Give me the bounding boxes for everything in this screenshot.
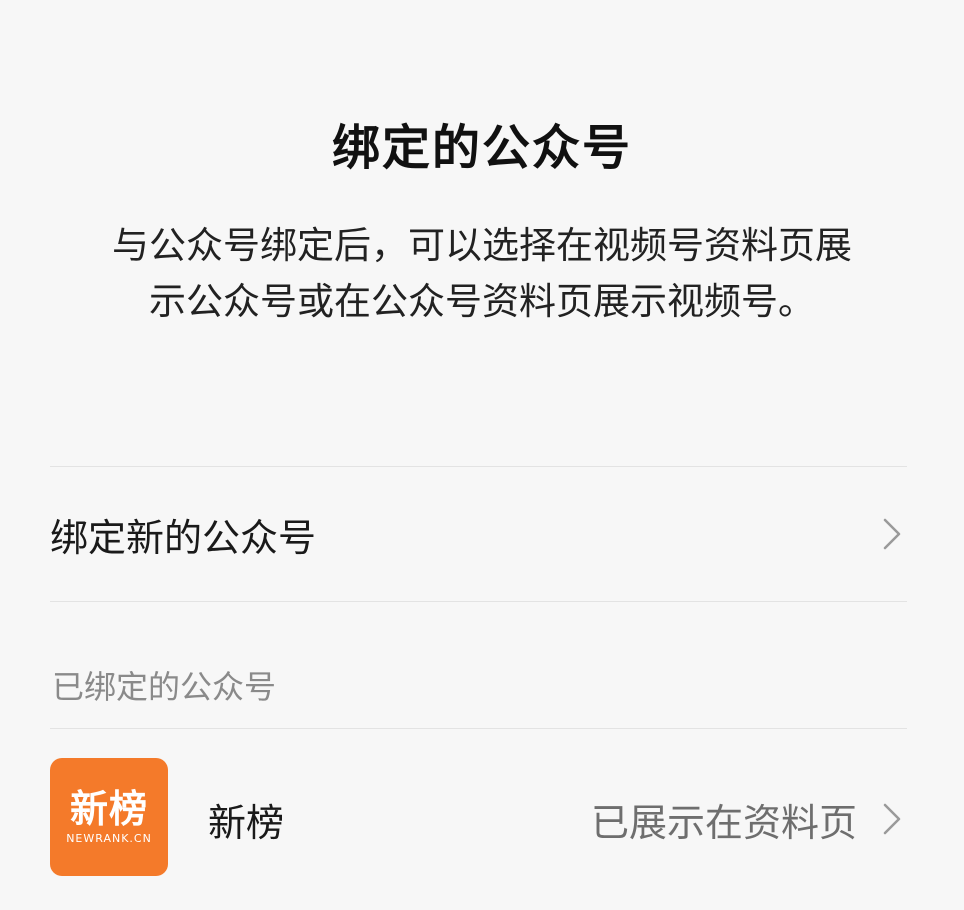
bound-section-label: 已绑定的公众号 — [52, 668, 277, 706]
account-name: 新榜 — [208, 800, 285, 845]
description-line-2: 示公众号或在公众号资料页展示视频号。 — [149, 280, 815, 323]
chevron-right-icon — [877, 799, 907, 839]
logo-text: 新榜 — [69, 787, 148, 831]
chevron-right-icon — [877, 514, 907, 554]
logo-subtext: NEWRANK.CN — [66, 832, 152, 845]
account-avatar: 新榜 NEWRANK.CN — [50, 758, 168, 876]
account-display-status: 已展示在资料页 — [590, 800, 857, 845]
page-title: 绑定的公众号 — [331, 120, 632, 176]
divider — [50, 601, 907, 602]
bind-new-account-row[interactable]: 绑定新的公众号 — [50, 467, 907, 601]
description-line-1: 与公众号绑定后，可以选择在视频号资料页展 — [112, 224, 852, 267]
page-description: 与公众号绑定后，可以选择在视频号资料页展 示公众号或在公众号资料页展示视频号。 — [40, 218, 924, 330]
bound-account-row[interactable]: 新榜 NEWRANK.CN 新榜 已展示在资料页 — [50, 728, 907, 910]
bind-new-account-label: 绑定新的公众号 — [50, 515, 317, 560]
bound-official-accounts-page: 绑定的公众号 与公众号绑定后，可以选择在视频号资料页展 示公众号或在公众号资料页… — [0, 0, 964, 910]
